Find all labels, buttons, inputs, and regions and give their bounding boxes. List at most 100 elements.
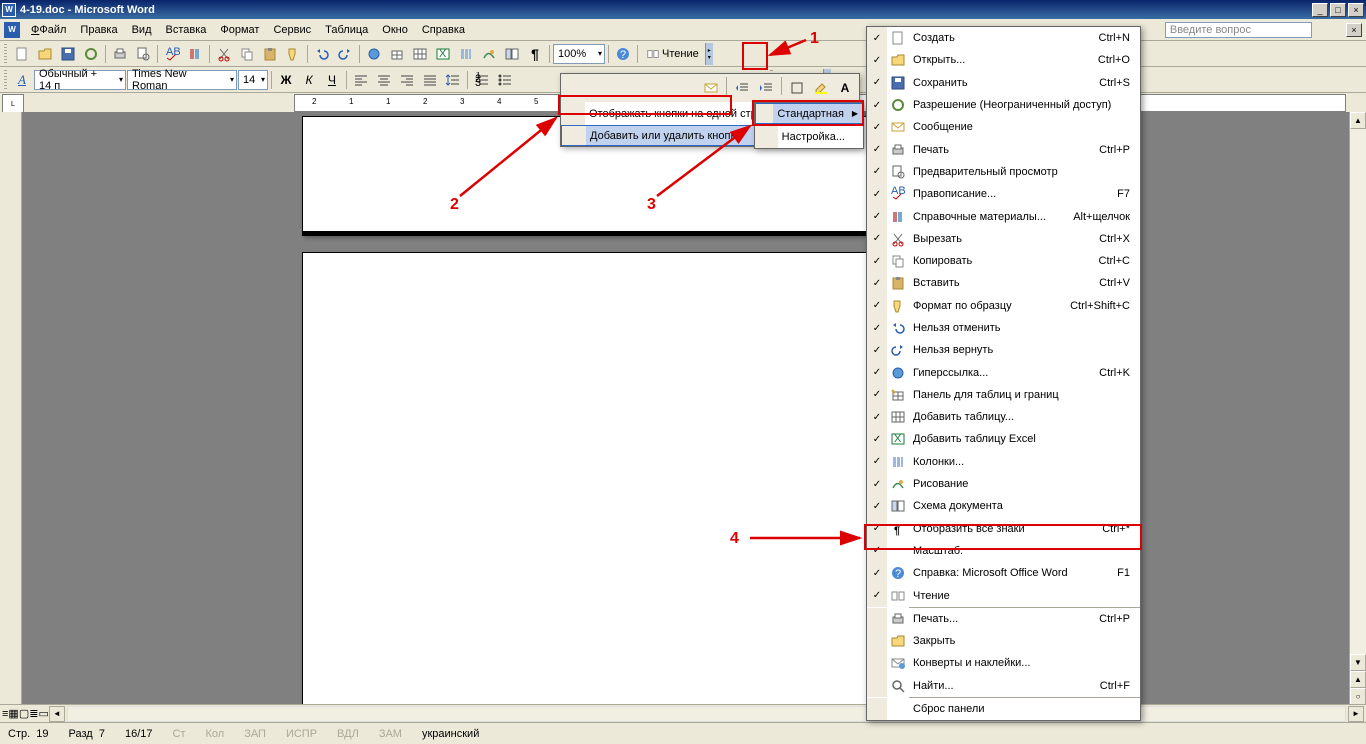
help-button[interactable]: ?: [612, 43, 634, 65]
vertical-ruler[interactable]: [0, 112, 22, 722]
insert-table-button[interactable]: [409, 43, 431, 65]
format-painter-button[interactable]: [282, 43, 304, 65]
zoom-combo[interactable]: 100%: [553, 44, 605, 64]
increase-indent-button[interactable]: [755, 77, 777, 99]
menu-format[interactable]: Формат: [213, 22, 266, 38]
hscroll-left[interactable]: ◄: [49, 706, 65, 722]
menu-help[interactable]: Справка: [415, 22, 472, 38]
cmd-instable[interactable]: ✓Добавить таблицу...: [867, 406, 1140, 428]
cmd-excel[interactable]: ✓XДобавить таблицу Excel: [867, 428, 1140, 450]
status-language[interactable]: украинский: [418, 728, 483, 740]
cmd-save[interactable]: ✓СохранитьCtrl+S: [867, 72, 1140, 94]
style-combo[interactable]: Обычный + 14 п: [34, 70, 126, 90]
hscroll-track[interactable]: [67, 706, 1346, 722]
hscroll-right[interactable]: ►: [1348, 706, 1364, 722]
drawing-button[interactable]: [478, 43, 500, 65]
decrease-indent-button[interactable]: [731, 77, 753, 99]
mail-button[interactable]: [700, 77, 722, 99]
cmd-find[interactable]: Найти...Ctrl+F: [867, 675, 1140, 697]
browse-object-button[interactable]: ○: [1350, 688, 1366, 705]
document-scroll[interactable]: [22, 112, 1349, 722]
cmd-redo[interactable]: ✓Нельзя вернуть: [867, 339, 1140, 361]
vertical-scrollbar[interactable]: ▲ ▼ ▲ ○ ▼: [1349, 112, 1366, 722]
research-button[interactable]: [184, 43, 206, 65]
cmd-new[interactable]: ✓СоздатьCtrl+N: [867, 27, 1140, 49]
maximize-button[interactable]: □: [1330, 3, 1346, 17]
cmd-mail[interactable]: ✓Сообщение: [867, 116, 1140, 138]
view-web-button[interactable]: ▦: [8, 707, 18, 720]
menu-table[interactable]: Таблица: [318, 22, 375, 38]
open-button[interactable]: [34, 43, 56, 65]
cmd-docmap[interactable]: ✓Схема документа: [867, 495, 1140, 517]
close-button[interactable]: ×: [1348, 3, 1364, 17]
cmd-paste[interactable]: ✓ВставитьCtrl+V: [867, 272, 1140, 294]
cmd-undo[interactable]: ✓Нельзя отменить: [867, 317, 1140, 339]
menu-file[interactable]: ФФайлФайл: [24, 22, 73, 38]
doc-map-button[interactable]: [501, 43, 523, 65]
tables-borders-button[interactable]: [386, 43, 408, 65]
cmd-brush[interactable]: ✓Формат по образцуCtrl+Shift+C: [867, 295, 1140, 317]
cmd-perm[interactable]: ✓Разрешение (Неограниченный доступ): [867, 94, 1140, 116]
submenu-standard[interactable]: Стандартная ▶: [755, 103, 863, 124]
align-right-button[interactable]: [396, 69, 418, 91]
cmd-draw[interactable]: ✓Рисование: [867, 473, 1140, 495]
doc-close-button[interactable]: ×: [1346, 23, 1362, 37]
cmd-link[interactable]: ✓Гиперссылка...Ctrl+K: [867, 361, 1140, 383]
font-combo[interactable]: Times New Roman: [127, 70, 237, 90]
hyperlink-button[interactable]: [363, 43, 385, 65]
help-question-input[interactable]: Введите вопрос: [1165, 22, 1312, 38]
tab-selector[interactable]: L: [2, 94, 24, 114]
reading-button[interactable]: Чтение: [641, 43, 704, 65]
permission-button[interactable]: [80, 43, 102, 65]
cmd-item-23[interactable]: ✓Масштаб:: [867, 540, 1140, 562]
copy-button[interactable]: [236, 43, 258, 65]
scroll-down-button[interactable]: ▼: [1350, 654, 1366, 671]
cmd-print[interactable]: Печать...Ctrl+P: [867, 608, 1140, 630]
standard-toolbar-overflow[interactable]: ▸▾: [705, 43, 713, 65]
cmd-columns[interactable]: ✓Колонки...: [867, 451, 1140, 473]
cmd-copy[interactable]: ✓КопироватьCtrl+C: [867, 250, 1140, 272]
scroll-up-button[interactable]: ▲: [1350, 112, 1366, 129]
minimize-button[interactable]: _: [1312, 3, 1328, 17]
prev-page-button[interactable]: ▲: [1350, 671, 1366, 688]
cmd-pilcrow[interactable]: ✓¶Отобразить все знакиCtrl+*: [867, 518, 1140, 540]
bold-button[interactable]: Ж: [275, 69, 297, 91]
borders-button[interactable]: [786, 77, 808, 99]
toolbar-grip[interactable]: [4, 44, 7, 64]
cmd-tables[interactable]: ✓Панель для таблиц и границ: [867, 384, 1140, 406]
new-doc-button[interactable]: [11, 43, 33, 65]
view-reading-button[interactable]: ▭: [38, 707, 48, 720]
save-button[interactable]: [57, 43, 79, 65]
view-print-button[interactable]: ▢: [19, 707, 29, 720]
menu-tools[interactable]: Сервис: [266, 22, 318, 38]
print-button[interactable]: [109, 43, 131, 65]
cmd-spell[interactable]: ✓ABCПравописание...F7: [867, 183, 1140, 205]
insert-excel-button[interactable]: X: [432, 43, 454, 65]
cmd-envelope[interactable]: Конверты и наклейки...: [867, 652, 1140, 674]
highlight-button[interactable]: [810, 77, 832, 99]
italic-button[interactable]: К: [298, 69, 320, 91]
toolbar-grip-2[interactable]: [4, 70, 7, 90]
print-preview-button[interactable]: [132, 43, 154, 65]
numbering-button[interactable]: 123: [471, 69, 493, 91]
cmd-preview[interactable]: ✓Предварительный просмотр: [867, 161, 1140, 183]
menu-window[interactable]: Окно: [375, 22, 415, 38]
underline-button[interactable]: Ч: [321, 69, 343, 91]
cmd-item-32[interactable]: Сброс панели: [867, 698, 1140, 720]
submenu-customize[interactable]: Настройка...: [755, 125, 863, 148]
cmd-research[interactable]: ✓Справочные материалы...Alt+щелчок: [867, 205, 1140, 227]
spelling-button[interactable]: ABC: [161, 43, 183, 65]
cmd-close-doc[interactable]: Закрыть: [867, 630, 1140, 652]
undo-button[interactable]: [311, 43, 333, 65]
font-size-combo[interactable]: 14: [238, 70, 268, 90]
menu-view[interactable]: Вид: [125, 22, 159, 38]
cmd-read[interactable]: ✓Чтение: [867, 584, 1140, 606]
font-color-button[interactable]: A: [834, 77, 856, 99]
page-current[interactable]: [302, 252, 882, 722]
line-spacing-button[interactable]: [442, 69, 464, 91]
redo-button[interactable]: [334, 43, 356, 65]
show-marks-button[interactable]: ¶: [524, 43, 546, 65]
bullets-button[interactable]: [494, 69, 516, 91]
align-justify-button[interactable]: [419, 69, 441, 91]
menu-insert[interactable]: Вставка: [159, 22, 214, 38]
